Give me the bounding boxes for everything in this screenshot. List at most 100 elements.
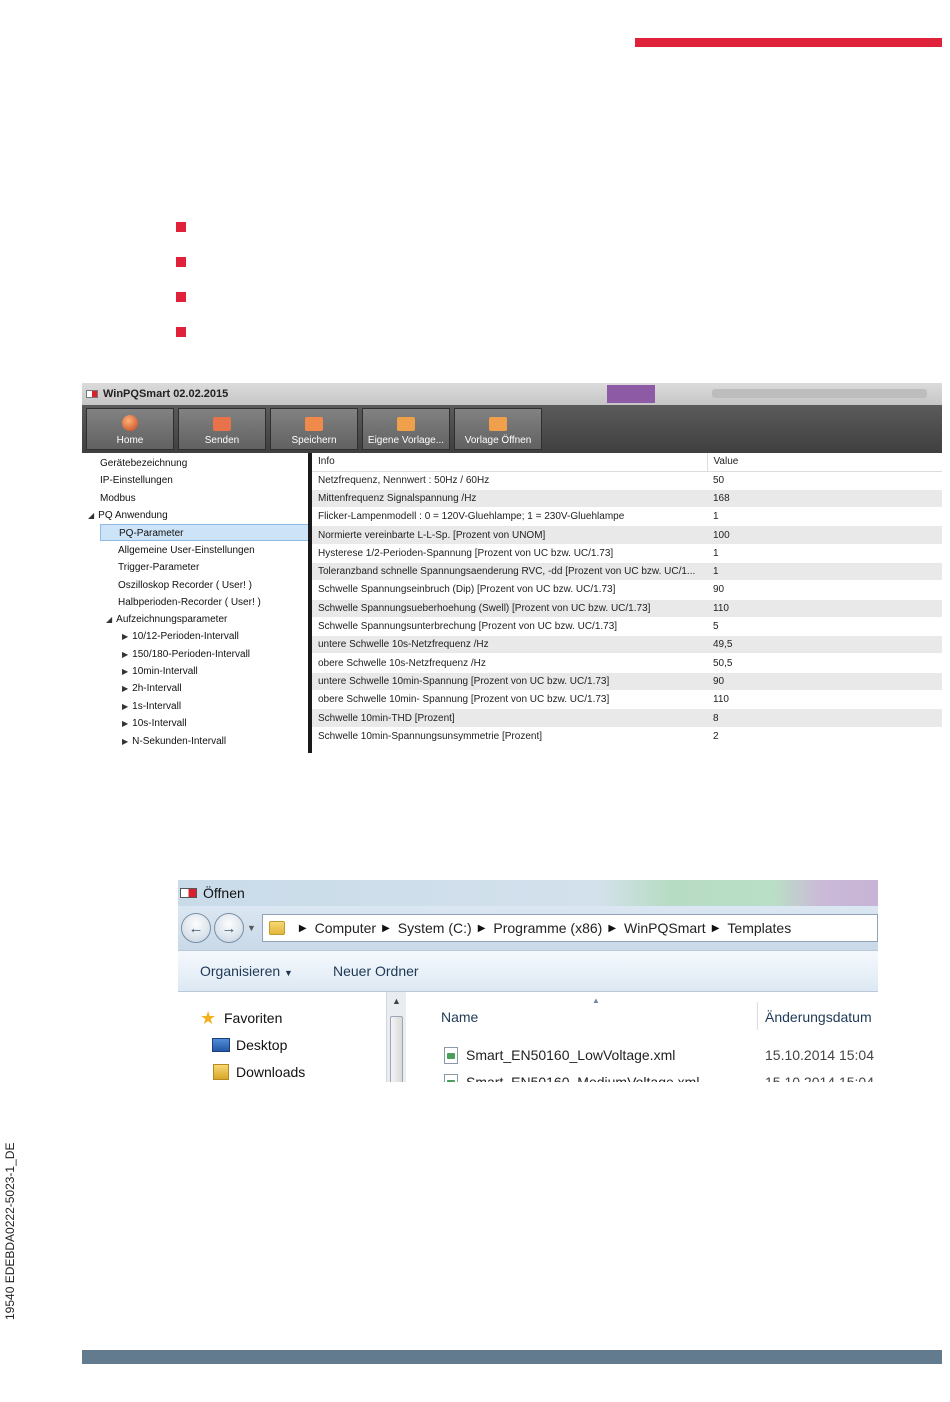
row-info: Schwelle 10min-THD [Prozent] [312, 708, 707, 728]
column-header-value[interactable]: Value [707, 453, 942, 472]
xml-file-icon [444, 1073, 458, 1082]
scrollbar-thumb[interactable] [390, 1016, 403, 1082]
collapsed-arrow-icon[interactable]: ▶ [122, 715, 128, 732]
collapsed-arrow-icon[interactable]: ▶ [122, 646, 128, 663]
chevron-right-icon[interactable]: ▶ [478, 923, 486, 934]
back-button[interactable]: ← [181, 913, 211, 943]
table-row[interactable]: Schwelle Spannungsunterbrechung [Prozent… [312, 617, 942, 637]
column-header-info[interactable]: Info [312, 453, 708, 472]
tree-item-interval-10s[interactable]: ▶ 10s-Intervall [122, 715, 187, 732]
row-value[interactable]: 50 [707, 471, 942, 490]
new-folder-button[interactable]: Neuer Ordner [333, 963, 419, 979]
tree-item-interval-1s[interactable]: ▶ 1s-Intervall [122, 698, 181, 715]
nav-item-downloads[interactable]: Downloads [178, 1058, 386, 1082]
row-value[interactable]: 110 [707, 599, 942, 618]
expanded-arrow-icon[interactable]: ◢ [106, 611, 112, 628]
forward-button[interactable]: → [214, 913, 244, 943]
table-row[interactable]: obere Schwelle 10s-Netzfrequenz /Hz 50,5 [312, 653, 942, 673]
save-button[interactable]: Speichern [270, 408, 358, 450]
tree-item-label: 1s-Intervall [132, 701, 182, 712]
row-value[interactable]: 1 [707, 544, 942, 563]
table-row[interactable]: Normierte vereinbarte L-L-Sp. [Prozent v… [312, 525, 942, 545]
recent-locations-dropdown-icon[interactable]: ▼ [247, 923, 256, 933]
row-value[interactable]: 1 [707, 562, 942, 582]
row-value[interactable]: 110 [707, 690, 942, 710]
chevron-right-icon[interactable]: ▶ [712, 923, 720, 934]
table-row[interactable]: Schwelle Spannungseinbruch (Dip) [Prozen… [312, 580, 942, 600]
breadcrumb-templates[interactable]: Templates [727, 920, 791, 936]
chevron-right-icon[interactable]: ▶ [299, 923, 307, 934]
tree-item-label: N-Sekunden-Intervall [132, 736, 227, 747]
address-row: ← → ▼ ▶ Computer ▶ System (C:) ▶ Program… [178, 906, 878, 950]
chevron-right-icon[interactable]: ▶ [382, 923, 390, 934]
tree-item-ip-settings[interactable]: IP-Einstellungen [100, 472, 173, 489]
file-list-header: Name ▲ Änderungsdatum [406, 992, 878, 1030]
tree-item-device-name[interactable]: Gerätebezeichnung [100, 455, 187, 472]
column-divider[interactable] [757, 1002, 758, 1030]
chevron-right-icon[interactable]: ▶ [608, 923, 616, 934]
table-row[interactable]: Toleranzband schnelle Spannungsaenderung… [312, 562, 942, 582]
tree-item-interval-n-seconds[interactable]: ▶ N-Sekunden-Intervall [122, 733, 226, 750]
row-value[interactable]: 5 [707, 617, 942, 637]
row-value[interactable]: 168 [707, 489, 942, 509]
column-header-name[interactable]: Name [441, 1009, 478, 1025]
table-row[interactable]: Schwelle 10min-THD [Prozent] 8 [312, 708, 942, 728]
collapsed-arrow-icon[interactable]: ▶ [122, 680, 128, 697]
collapsed-arrow-icon[interactable]: ▶ [122, 663, 128, 680]
row-value[interactable]: 90 [707, 672, 942, 692]
breadcrumb-programme[interactable]: Programme (x86) [493, 920, 602, 936]
table-row[interactable]: Schwelle 10min-Spannungsunsymmetrie [Pro… [312, 727, 942, 746]
tree-item-modbus[interactable]: Modbus [100, 490, 136, 507]
organize-menu[interactable]: Organisieren ▼ [200, 963, 293, 979]
tree-item-interval-10min[interactable]: ▶ 10min-Intervall [122, 663, 198, 680]
row-value[interactable]: 90 [707, 580, 942, 600]
tree-item-label: Aufzeichnungsparameter [116, 614, 228, 625]
tree-item-trigger-parameters[interactable]: Trigger-Parameter [118, 559, 199, 576]
expanded-arrow-icon[interactable]: ◢ [88, 507, 94, 524]
table-row[interactable]: Hysterese 1/2-Perioden-Spannung [Prozent… [312, 544, 942, 563]
nav-item-favorites[interactable]: ★ Favoriten [178, 1004, 386, 1031]
column-header-date[interactable]: Änderungsdatum [765, 1009, 872, 1025]
collapsed-arrow-icon[interactable]: ▶ [122, 698, 128, 715]
tree-item-interval-150-180[interactable]: ▶ 150/180-Perioden-Intervall [122, 646, 250, 663]
open-template-button[interactable]: Vorlage Öffnen [454, 408, 542, 450]
nav-item-label: Desktop [236, 1036, 288, 1053]
row-value[interactable]: 49,5 [707, 635, 942, 655]
table-row[interactable]: obere Schwelle 10min- Spannung [Prozent … [312, 690, 942, 710]
home-button[interactable]: Home [86, 408, 174, 450]
breadcrumb-computer[interactable]: Computer [315, 920, 376, 936]
row-value[interactable]: 8 [707, 708, 942, 728]
navigation-scrollbar[interactable]: ▲ [386, 992, 406, 1082]
tree-item-oscilloscope-recorder[interactable]: Oszilloskop Recorder ( User! ) [118, 577, 252, 594]
collapsed-arrow-icon[interactable]: ▶ [122, 628, 128, 645]
file-row[interactable]: Smart_EN50160_MediumVoltage.xml [444, 1071, 699, 1082]
table-row[interactable]: Mittenfrequenz Signalspannung /Hz 168 [312, 489, 942, 509]
row-value[interactable]: 50,5 [707, 653, 942, 673]
table-row[interactable]: Netzfrequenz, Nennwert : 50Hz / 60Hz 50 [312, 471, 942, 490]
row-value[interactable]: 2 [707, 727, 942, 746]
table-row[interactable]: Schwelle Spannungsueberhoehung (Swell) [… [312, 599, 942, 618]
file-row[interactable]: Smart_EN50160_LowVoltage.xml [444, 1044, 675, 1066]
breadcrumb-winpqsmart[interactable]: WinPQSmart [624, 920, 706, 936]
nav-item-desktop[interactable]: Desktop [178, 1031, 386, 1058]
table-row[interactable]: untere Schwelle 10min-Spannung [Prozent … [312, 672, 942, 692]
tree-item-interval-2h[interactable]: ▶ 2h-Intervall [122, 680, 182, 697]
address-bar[interactable]: ▶ Computer ▶ System (C:) ▶ Programme (x8… [261, 914, 878, 942]
tree-item-general-user-settings[interactable]: Allgemeine User-Einstellungen [118, 542, 255, 559]
table-row[interactable]: Flicker-Lampenmodell : 0 = 120V-Gluehlam… [312, 507, 942, 527]
breadcrumb-system-drive[interactable]: System (C:) [398, 920, 472, 936]
row-value[interactable]: 1 [707, 507, 942, 527]
row-value[interactable]: 100 [707, 525, 942, 545]
table-row[interactable]: untere Schwelle 10s-Netzfrequenz /Hz 49,5 [312, 635, 942, 655]
tree-item-pq-application[interactable]: ◢ PQ Anwendung [88, 507, 168, 524]
settings-tree: Gerätebezeichnung IP-Einstellungen Modbu… [82, 453, 312, 753]
tree-item-pq-parameters[interactable]: PQ-Parameter [100, 524, 308, 541]
collapsed-arrow-icon[interactable]: ▶ [122, 733, 128, 750]
tree-item-recording-parameters[interactable]: ◢ Aufzeichnungsparameter [106, 611, 227, 628]
main-toolbar: Home Senden Speichern Eigene Vorlage... … [82, 405, 942, 453]
tree-item-half-period-recorder[interactable]: Halbperioden-Recorder ( User! ) [118, 594, 261, 611]
tree-item-interval-10-12[interactable]: ▶ 10/12-Perioden-Intervall [122, 628, 239, 645]
scroll-up-icon[interactable]: ▲ [392, 996, 401, 1006]
own-template-button[interactable]: Eigene Vorlage... [362, 408, 450, 450]
send-button[interactable]: Senden [178, 408, 266, 450]
